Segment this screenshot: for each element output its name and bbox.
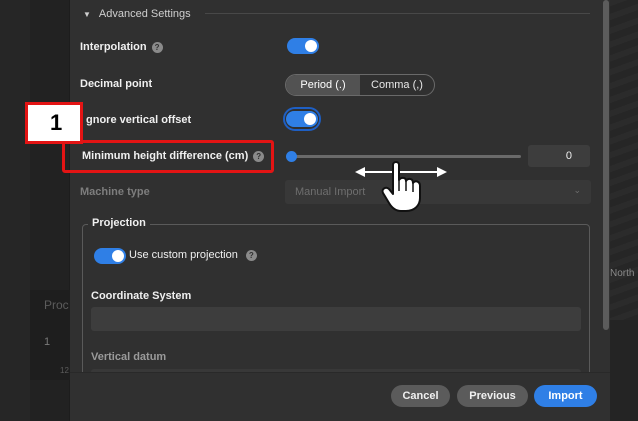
interpolation-label: Interpolation ?	[80, 41, 163, 53]
decimal-point-label: Decimal point	[80, 78, 153, 90]
background-small-text: 12	[60, 366, 69, 375]
use-custom-projection-label: Use custom projection ?	[129, 249, 257, 261]
pointing-hand-icon	[381, 161, 421, 212]
machine-type-label: Machine type	[80, 186, 150, 198]
section-divider	[205, 13, 590, 14]
coordinate-system-label: Coordinate System	[91, 290, 192, 302]
toggle-knob	[305, 40, 317, 52]
dialog-scrollbar[interactable]	[603, 0, 609, 330]
toggle-knob	[304, 113, 316, 125]
min-height-value-input[interactable]: 0	[528, 145, 590, 167]
cancel-button[interactable]: Cancel	[391, 385, 450, 407]
decimal-option-period[interactable]: Period (.)	[286, 75, 360, 95]
previous-button[interactable]: Previous	[457, 385, 528, 407]
coordinate-system-input[interactable]	[91, 307, 581, 331]
drag-gesture-icon	[355, 161, 447, 212]
vertical-datum-label: Vertical datum	[91, 351, 167, 363]
decimal-option-comma[interactable]: Comma (,)	[360, 75, 434, 95]
use-custom-projection-toggle[interactable]	[94, 248, 126, 264]
interpolation-toggle[interactable]	[287, 38, 319, 54]
decimal-point-selector: Period (.) Comma (,)	[285, 74, 435, 96]
import-button[interactable]: Import	[534, 385, 597, 407]
projection-title: Projection	[88, 217, 150, 229]
ignore-vertical-offset-toggle[interactable]	[286, 111, 318, 127]
annotation-step-badge: 1	[25, 102, 83, 144]
double-arrow-icon	[355, 167, 447, 177]
advanced-settings-title: Advanced Settings	[98, 8, 191, 20]
toggle-knob	[112, 250, 124, 262]
background-north-label: North	[610, 268, 635, 279]
annotation-highlight-box	[62, 140, 274, 173]
ignore-vertical-offset-label: gnore vertical offset	[86, 114, 192, 126]
chevron-down-icon: ⌄	[573, 185, 581, 195]
help-icon[interactable]: ?	[245, 249, 257, 261]
advanced-settings-toggle[interactable]: ▼ Advanced Settings	[83, 6, 191, 22]
background-row-number: 1	[44, 336, 51, 348]
interpolation-label-text: Interpolation	[80, 41, 147, 53]
background-proc-label: Proc	[44, 298, 69, 312]
dialog-footer	[70, 372, 610, 421]
min-height-slider-track[interactable]	[291, 155, 521, 158]
help-icon[interactable]: ?	[151, 41, 163, 53]
chevron-down-icon: ▼	[83, 9, 91, 19]
min-height-slider-thumb[interactable]	[286, 151, 297, 162]
use-custom-projection-text: Use custom projection	[129, 249, 238, 261]
